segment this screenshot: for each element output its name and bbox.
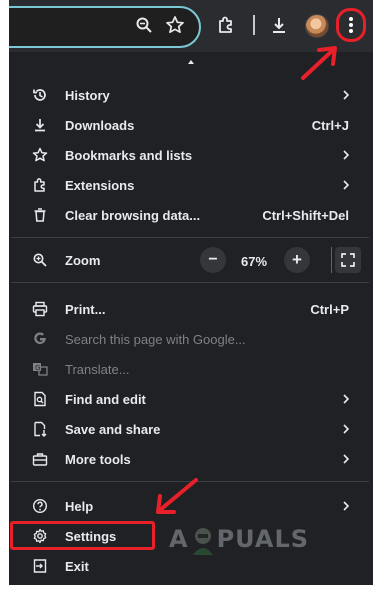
profile-avatar[interactable] — [305, 14, 329, 38]
appuals-watermark: A PUALS — [169, 525, 309, 555]
google-icon — [31, 330, 49, 348]
chevron-right-icon — [343, 150, 350, 160]
zoom-value: 67% — [241, 254, 268, 269]
exit-icon — [31, 557, 49, 575]
menu-item-label: Save and share — [65, 422, 161, 437]
save-share-icon — [31, 420, 49, 438]
menu-item-label: Clear browsing data... — [65, 208, 201, 223]
zoom-out-button[interactable]: − — [200, 247, 226, 273]
bookmark-star-icon[interactable] — [163, 13, 187, 37]
zoom-divider — [331, 247, 332, 273]
download-icon — [31, 116, 49, 134]
menu-item-translate: G Translate... — [11, 354, 369, 384]
chevron-right-icon — [343, 90, 350, 100]
menu-item-label: Print... — [65, 302, 106, 317]
menu-item-label: Search this page with Google... — [65, 332, 246, 347]
mascot-logo-icon — [192, 528, 213, 555]
watermark-text-end: PUALS — [216, 525, 310, 553]
toolbox-icon — [31, 450, 49, 468]
menu-item-label: Extensions — [65, 178, 135, 193]
history-icon — [31, 86, 49, 104]
menu-item-bookmarks[interactable]: Bookmarks and lists — [11, 140, 369, 170]
menu-item-save-and-share[interactable]: Save and share — [11, 414, 369, 444]
menu-item-more-tools[interactable]: More tools — [11, 444, 369, 474]
find-icon — [31, 390, 49, 408]
zoom-label: Zoom — [65, 253, 101, 268]
menu-item-label: More tools — [65, 452, 131, 467]
chevron-right-icon — [343, 424, 350, 434]
zoom-icon[interactable] — [132, 13, 156, 37]
download-icon[interactable] — [267, 13, 291, 37]
print-icon — [31, 300, 49, 318]
browser-window: History Downloads Ctrl+J Bookmarks and l… — [9, 0, 373, 585]
watermark-text-start: A — [169, 525, 189, 553]
chevron-right-icon — [343, 180, 350, 190]
menu-item-label: Downloads — [65, 118, 135, 133]
star-icon — [31, 146, 49, 164]
zoom-in-button[interactable]: + — [284, 247, 310, 273]
menu-item-label: Find and edit — [65, 392, 146, 407]
menu-item-label: Translate... — [65, 362, 130, 377]
kebab-highlight-box — [336, 8, 366, 42]
zoom-out-glyph: − — [208, 251, 218, 268]
fullscreen-icon — [341, 253, 355, 267]
extensions-icon[interactable] — [214, 13, 238, 37]
menu-item-zoom: Zoom — [11, 245, 369, 275]
chrome-main-menu: History Downloads Ctrl+J Bookmarks and l… — [10, 58, 369, 585]
menu-item-help[interactable]: Help — [11, 491, 369, 521]
menu-item-print[interactable]: Print... Ctrl+P — [11, 294, 369, 324]
trash-icon — [31, 206, 49, 224]
menu-caret — [188, 60, 194, 64]
menu-item-extensions[interactable]: Extensions — [11, 170, 369, 200]
menu-item-label: Exit — [65, 559, 89, 574]
menu-item-search-page-google: Search this page with Google... — [11, 324, 369, 354]
puzzle-icon — [31, 176, 49, 194]
toolbar-separator — [253, 15, 255, 35]
chevron-right-icon — [343, 454, 350, 464]
zoom-in-glyph: + — [292, 250, 302, 269]
shortcut-label: Ctrl+J — [311, 118, 349, 133]
menu-item-downloads[interactable]: Downloads Ctrl+J — [11, 110, 369, 140]
menu-item-label: Help — [65, 499, 94, 514]
menu-divider — [11, 282, 369, 283]
menu-item-history[interactable]: History — [11, 80, 369, 110]
settings-highlight-box — [10, 521, 155, 550]
zoom-icon — [31, 251, 49, 269]
menu-item-label: Bookmarks and lists — [65, 148, 193, 163]
menu-item-clear-browsing-data[interactable]: Clear browsing data... Ctrl+Shift+Del — [11, 200, 369, 230]
translate-icon: G — [31, 360, 49, 378]
menu-divider — [11, 481, 369, 482]
chevron-right-icon — [343, 501, 350, 511]
browser-toolbar — [9, 0, 373, 52]
chevron-right-icon — [343, 394, 350, 404]
shortcut-label: Ctrl+P — [310, 302, 349, 317]
menu-item-label: History — [65, 88, 110, 103]
menu-item-exit[interactable]: Exit — [11, 551, 369, 581]
menu-divider — [11, 237, 369, 238]
help-icon — [31, 497, 49, 515]
shortcut-label: Ctrl+Shift+Del — [262, 208, 349, 223]
menu-item-find-and-edit[interactable]: Find and edit — [11, 384, 369, 414]
fullscreen-button[interactable] — [335, 247, 361, 273]
svg-text:G: G — [35, 364, 40, 372]
